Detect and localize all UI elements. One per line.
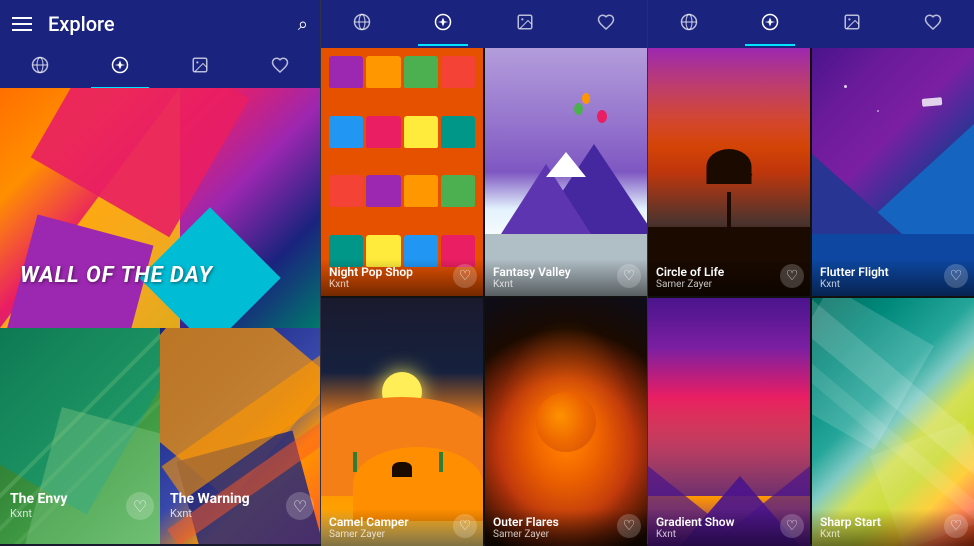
search-icon[interactable]: ⌕ [298,14,308,35]
bottom-cards: The Envy Kxnt ♡ The Warning Kxnt ♡ [0,328,320,544]
sharp-heart-button[interactable]: ♡ [944,514,968,538]
tab-explore-left[interactable] [91,48,149,87]
tab-gallery-left[interactable] [171,48,229,87]
tab-favorites-mid[interactable] [581,5,631,44]
left-tabs [0,48,320,88]
hamburger-menu[interactable] [12,17,32,31]
warning-author: Kxnt [170,507,290,520]
tab-favorites-right[interactable] [908,5,958,44]
camel-heart-button[interactable]: ♡ [453,514,477,538]
tab-explore-right[interactable] [745,5,795,44]
cell-outer-flares[interactable]: Outer Flares Samer Zayer ♡ [485,298,647,546]
cell-flutter[interactable]: Flutter Flight Kxnt ♡ [812,48,974,296]
middle-grid: Night Pop Shop Kxnt ♡ Fantasy Valle [321,48,647,544]
warning-info: The Warning Kxnt [170,491,290,520]
right-panel: Circle of Life Samer Zayer ♡ Flutter Fli… [647,0,974,544]
gradient-heart-button[interactable]: ♡ [780,514,804,538]
flutter-heart-button[interactable]: ♡ [944,264,968,288]
tab-gallery-mid[interactable] [500,5,550,44]
right-tabs [648,0,974,48]
middle-panel: Night Pop Shop Kxnt ♡ Fantasy Valle [320,0,647,544]
envy-author: Kxnt [10,507,130,520]
cell-sharp[interactable]: Sharp Start Kxnt ♡ [812,298,974,546]
envy-info: The Envy Kxnt [10,491,130,520]
tab-global-left[interactable] [11,48,69,87]
cell-fantasy[interactable]: Fantasy Valley Kxnt ♡ [485,48,647,296]
card-envy[interactable]: The Envy Kxnt ♡ [0,328,160,544]
outer-flares-heart-button[interactable]: ♡ [617,514,641,538]
cell-gradient[interactable]: Gradient Show Kxnt ♡ [648,298,810,546]
hero-card[interactable]: WALL OF THE DAY [0,88,320,328]
envy-title: The Envy [10,491,130,507]
envy-heart-button[interactable]: ♡ [126,492,154,520]
circle-life-heart-button[interactable]: ♡ [780,264,804,288]
tab-global-mid[interactable] [337,5,387,44]
tab-global-right[interactable] [664,5,714,44]
warning-title: The Warning [170,491,290,507]
night-pop-heart-button[interactable]: ♡ [453,264,477,288]
left-panel: Explore ⌕ WALL OF THE DAY [0,0,320,544]
cell-circle-life[interactable]: Circle of Life Samer Zayer ♡ [648,48,810,296]
tab-gallery-right[interactable] [827,5,877,44]
cell-camel[interactable]: Camel Camper Samer Zayer ♡ [321,298,483,546]
middle-tabs [321,0,647,48]
right-grid: Circle of Life Samer Zayer ♡ Flutter Fli… [648,48,974,544]
fantasy-heart-button[interactable]: ♡ [617,264,641,288]
tab-explore-mid[interactable] [418,5,468,44]
tab-favorites-left[interactable] [251,48,309,87]
warning-heart-button[interactable]: ♡ [286,492,314,520]
card-warning[interactable]: The Warning Kxnt ♡ [160,328,320,544]
wall-of-day-label: WALL OF THE DAY [20,263,213,288]
app-title: Explore [48,12,282,36]
left-header: Explore ⌕ [0,0,320,48]
cell-night-pop[interactable]: Night Pop Shop Kxnt ♡ [321,48,483,296]
